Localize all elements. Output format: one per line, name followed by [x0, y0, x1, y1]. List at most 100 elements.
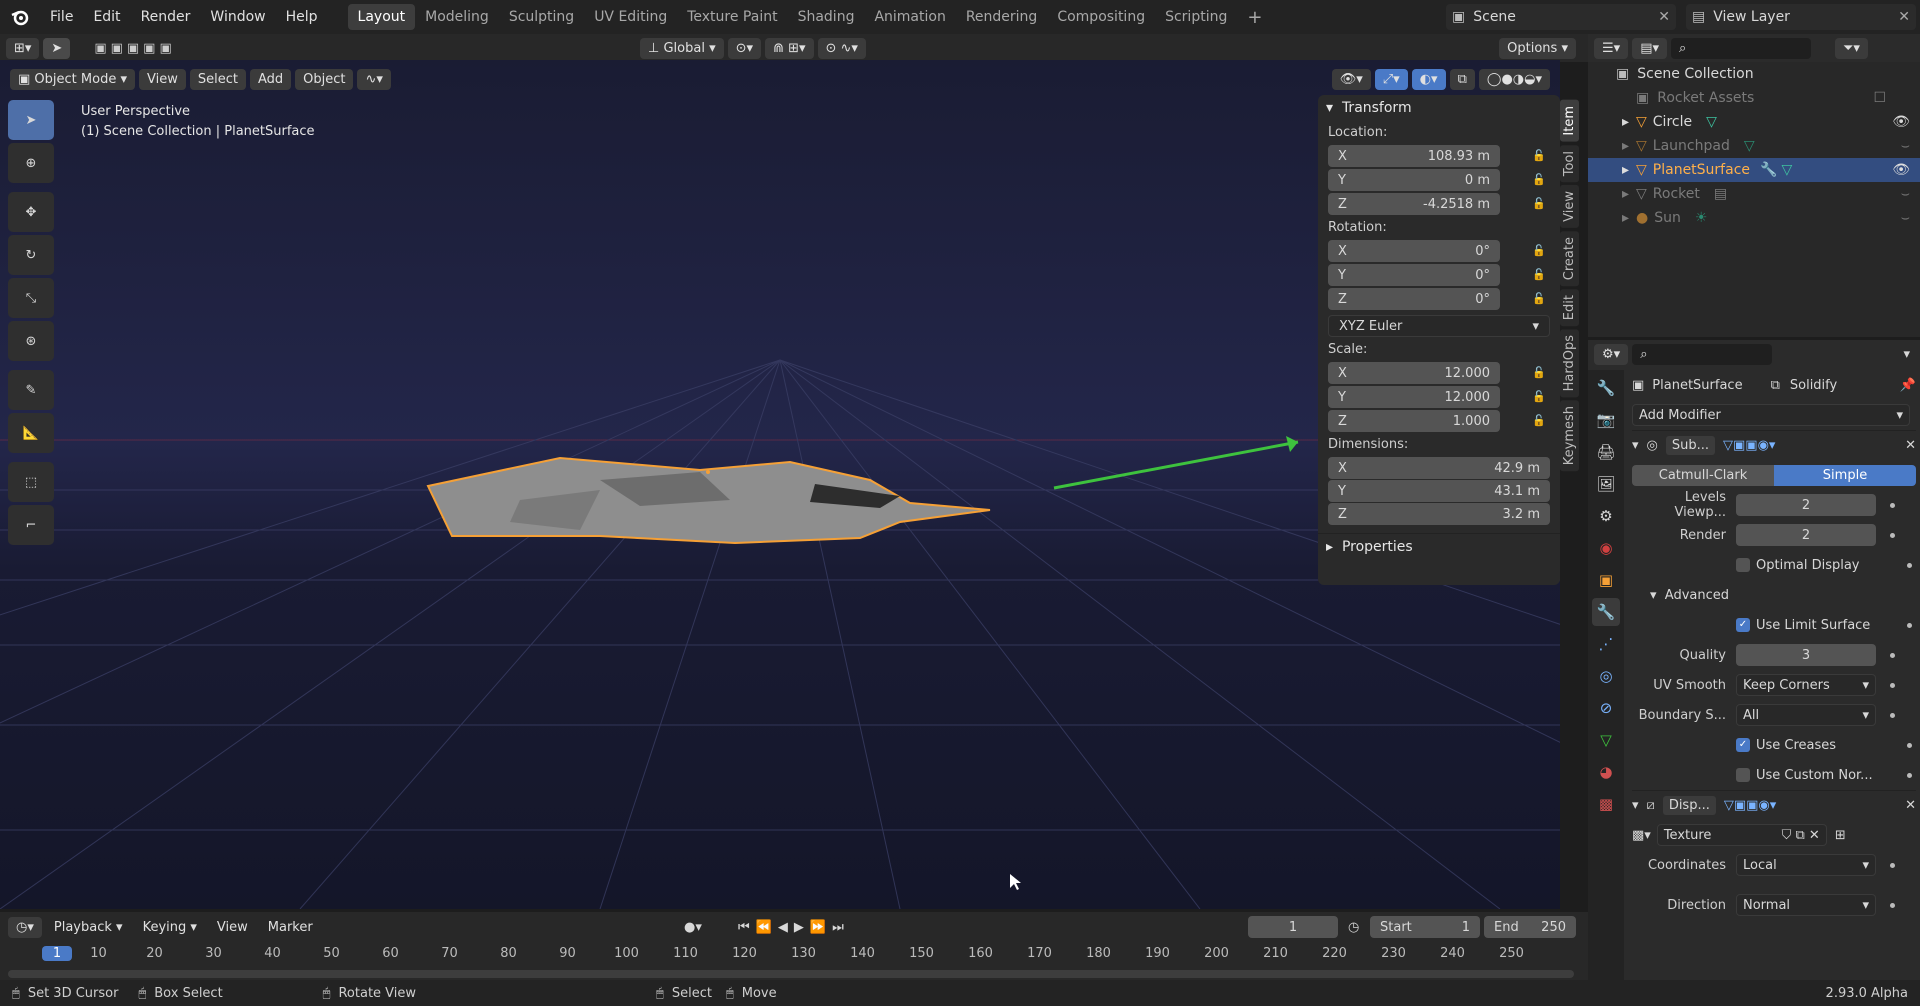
pin-icon[interactable]: 📌 [1900, 378, 1916, 393]
hidden-eye-icon[interactable]: ⌣ [1901, 138, 1910, 154]
data-tab-icon[interactable]: ▽ [1592, 726, 1620, 754]
texture-browse-icon[interactable]: ⊞ [1835, 828, 1846, 843]
rotation-y-field[interactable]: Y 0° [1328, 264, 1500, 286]
scale-z-field[interactable]: Z 1.000 [1328, 410, 1500, 432]
keyframe-dot-icon[interactable] [1890, 532, 1895, 538]
timeline-scrollbar[interactable] [8, 970, 1574, 978]
tab-view[interactable]: View [1560, 184, 1579, 228]
displace-header[interactable]: ▾ ⧄ Disp... ▽▣▣◉▾ ✕ [1632, 790, 1916, 820]
boundary-smooth-dropdown[interactable]: All ▾ [1736, 704, 1876, 726]
rotation-mode-dropdown[interactable]: XYZ Euler ▾ [1328, 315, 1550, 337]
material-tab-icon[interactable]: ◕ [1592, 758, 1620, 786]
menu-playback[interactable]: Playback ▾ [46, 917, 131, 938]
hidden-eye-icon[interactable]: ⌣ [1901, 186, 1910, 202]
keyframe-dot-icon[interactable] [1907, 562, 1912, 568]
keyframe-dot-icon[interactable] [1890, 902, 1895, 908]
outliner-item-rocket[interactable]: ▸ ▽ Rocket ▤ ⌣ [1588, 182, 1920, 206]
tab-sculpting[interactable]: Sculpting [499, 4, 584, 30]
transform-orientation-dropdown[interactable]: ⊥ Global ▾ [640, 37, 724, 59]
editor-type-icon[interactable]: ⚙▾ [1594, 343, 1629, 365]
lock-icon[interactable]: 🔓 [1532, 268, 1550, 282]
add-cube-tool-icon[interactable]: ⬚ [8, 462, 54, 502]
select-box-tool-icon[interactable]: ➤ [8, 100, 54, 140]
properties-panel-header[interactable]: ▸ Properties [1318, 533, 1560, 559]
scale-x-field[interactable]: X 12.000 [1328, 362, 1500, 384]
scene-tab-icon[interactable]: ⚙ [1592, 502, 1620, 530]
physics-tab-icon[interactable]: ◎ [1592, 662, 1620, 690]
transform-tool-icon[interactable]: ⊛ [8, 321, 54, 361]
tab-tool[interactable]: Tool [1560, 144, 1579, 182]
editor-type-icon[interactable]: ☰▾ [1594, 37, 1629, 59]
add-modifier-dropdown[interactable]: Add Modifier ▾ [1632, 404, 1910, 426]
properties-search-input[interactable]: ⌕ [1632, 343, 1773, 365]
menu-view[interactable]: View [139, 68, 186, 90]
location-z-field[interactable]: Z -4.2518 m [1328, 193, 1500, 215]
scene-name[interactable]: Scene [1473, 9, 1516, 25]
tab-rendering[interactable]: Rendering [956, 4, 1048, 30]
curve-icon[interactable]: ∿▾ [357, 68, 391, 90]
optimal-display-checkbox[interactable] [1736, 558, 1750, 572]
tab-animation[interactable]: Animation [864, 4, 955, 30]
modifier-toggles-icon[interactable]: ▽▣▣◉▾ [1723, 438, 1775, 453]
lock-icon[interactable]: 🔓 [1532, 197, 1550, 211]
annotate-tool-icon[interactable]: ✎ [8, 370, 54, 410]
visibility-icon[interactable]: 👁▾ [1331, 68, 1371, 90]
scale-y-field[interactable]: Y 12.000 [1328, 386, 1500, 408]
select-mode-icons[interactable]: ▣▣▣▣▣ [94, 41, 175, 56]
dimension-y-field[interactable]: Y 43.1 m [1328, 480, 1550, 502]
lock-icon[interactable]: 🔓 [1532, 292, 1550, 306]
menu-help[interactable]: Help [276, 9, 328, 25]
constraints-tab-icon[interactable]: ⊘ [1592, 694, 1620, 722]
keyframe-dot-icon[interactable] [1890, 682, 1895, 688]
tab-uv-editing[interactable]: UV Editing [584, 4, 677, 30]
tab-keymesh[interactable]: Keymesh [1560, 400, 1579, 472]
dimension-x-field[interactable]: X 42.9 m [1328, 457, 1550, 479]
modifier-toggles-icon[interactable]: ▽▣▣◉▾ [1724, 798, 1776, 813]
subsurf-header[interactable]: ▾ ◎ Sub... ▽▣▣◉▾ ✕ [1632, 430, 1916, 460]
remove-modifier-icon[interactable]: ✕ [1905, 798, 1916, 813]
lock-icon[interactable]: 🔓 [1532, 366, 1550, 380]
xray-icon[interactable]: ⧉ [1449, 68, 1475, 90]
hidden-eye-icon[interactable]: ⌣ [1901, 210, 1910, 226]
direction-dropdown[interactable]: Normal ▾ [1736, 894, 1876, 916]
view-layer-name[interactable]: View Layer [1713, 9, 1790, 25]
add-workspace-icon[interactable]: + [1237, 2, 1272, 33]
render-levels-field[interactable]: 2 [1736, 524, 1876, 546]
rotation-x-field[interactable]: X 0° [1328, 240, 1500, 262]
menu-window[interactable]: Window [200, 9, 275, 25]
modifier-tab-icon[interactable]: 🔧 [1592, 598, 1620, 626]
texture-field[interactable]: Texture ⛉ ⧉ ✕ [1656, 824, 1827, 846]
uv-smooth-dropdown[interactable]: Keep Corners ▾ [1736, 674, 1876, 696]
scale-tool-icon[interactable]: ⤡ [8, 278, 54, 318]
move-tool-icon[interactable]: ✥ [8, 192, 54, 232]
options-dropdown[interactable]: Options ▾ [1499, 37, 1576, 59]
menu-marker[interactable]: Marker [260, 917, 321, 938]
chevron-down-icon[interactable]: ▾ [1903, 347, 1910, 362]
outliner-item-planetsurface[interactable]: ▸ ▽ PlanetSurface 🔧 ▽ 👁 [1588, 158, 1920, 182]
view-layer-tab-icon[interactable]: 🖼 [1592, 470, 1620, 498]
keyframe-dot-icon[interactable] [1907, 622, 1912, 628]
current-frame-field[interactable]: 1 [1248, 916, 1338, 938]
menu-select[interactable]: Select [189, 68, 246, 90]
simple-button[interactable]: Simple [1774, 464, 1916, 486]
mode-dropdown[interactable]: ▣ Object Mode ▾ [10, 68, 135, 90]
levels-viewport-field[interactable]: 2 [1736, 494, 1876, 516]
scene-selector[interactable]: ▣ Scene ✕ [1446, 4, 1676, 30]
tab-create[interactable]: Create [1560, 230, 1579, 286]
render-tab-icon[interactable]: 📷 [1592, 406, 1620, 434]
use-creases-checkbox[interactable]: ✓ [1736, 738, 1750, 752]
editor-type-icon[interactable]: ◷▾ [8, 916, 42, 938]
menu-keying[interactable]: Keying ▾ [135, 917, 205, 938]
keyframe-dot-icon[interactable] [1890, 862, 1895, 868]
select-tool-icon[interactable]: ➤ [43, 37, 71, 59]
coordinates-dropdown[interactable]: Local ▾ [1736, 854, 1876, 876]
tab-shading[interactable]: Shading [788, 4, 865, 30]
blender-logo-icon[interactable] [8, 5, 32, 29]
lock-icon[interactable]: 🔓 [1532, 149, 1550, 163]
shading-modes-icon[interactable]: ◯●◑◒▾ [1478, 68, 1550, 90]
outliner-item-rocket-assets[interactable]: ▣ Rocket Assets ☐ [1588, 86, 1920, 110]
remove-modifier-icon[interactable]: ✕ [1905, 438, 1916, 453]
close-icon[interactable]: ✕ [1658, 9, 1670, 25]
measure-tool-icon[interactable]: 📐 [8, 413, 54, 453]
close-icon[interactable]: ✕ [1898, 9, 1910, 25]
